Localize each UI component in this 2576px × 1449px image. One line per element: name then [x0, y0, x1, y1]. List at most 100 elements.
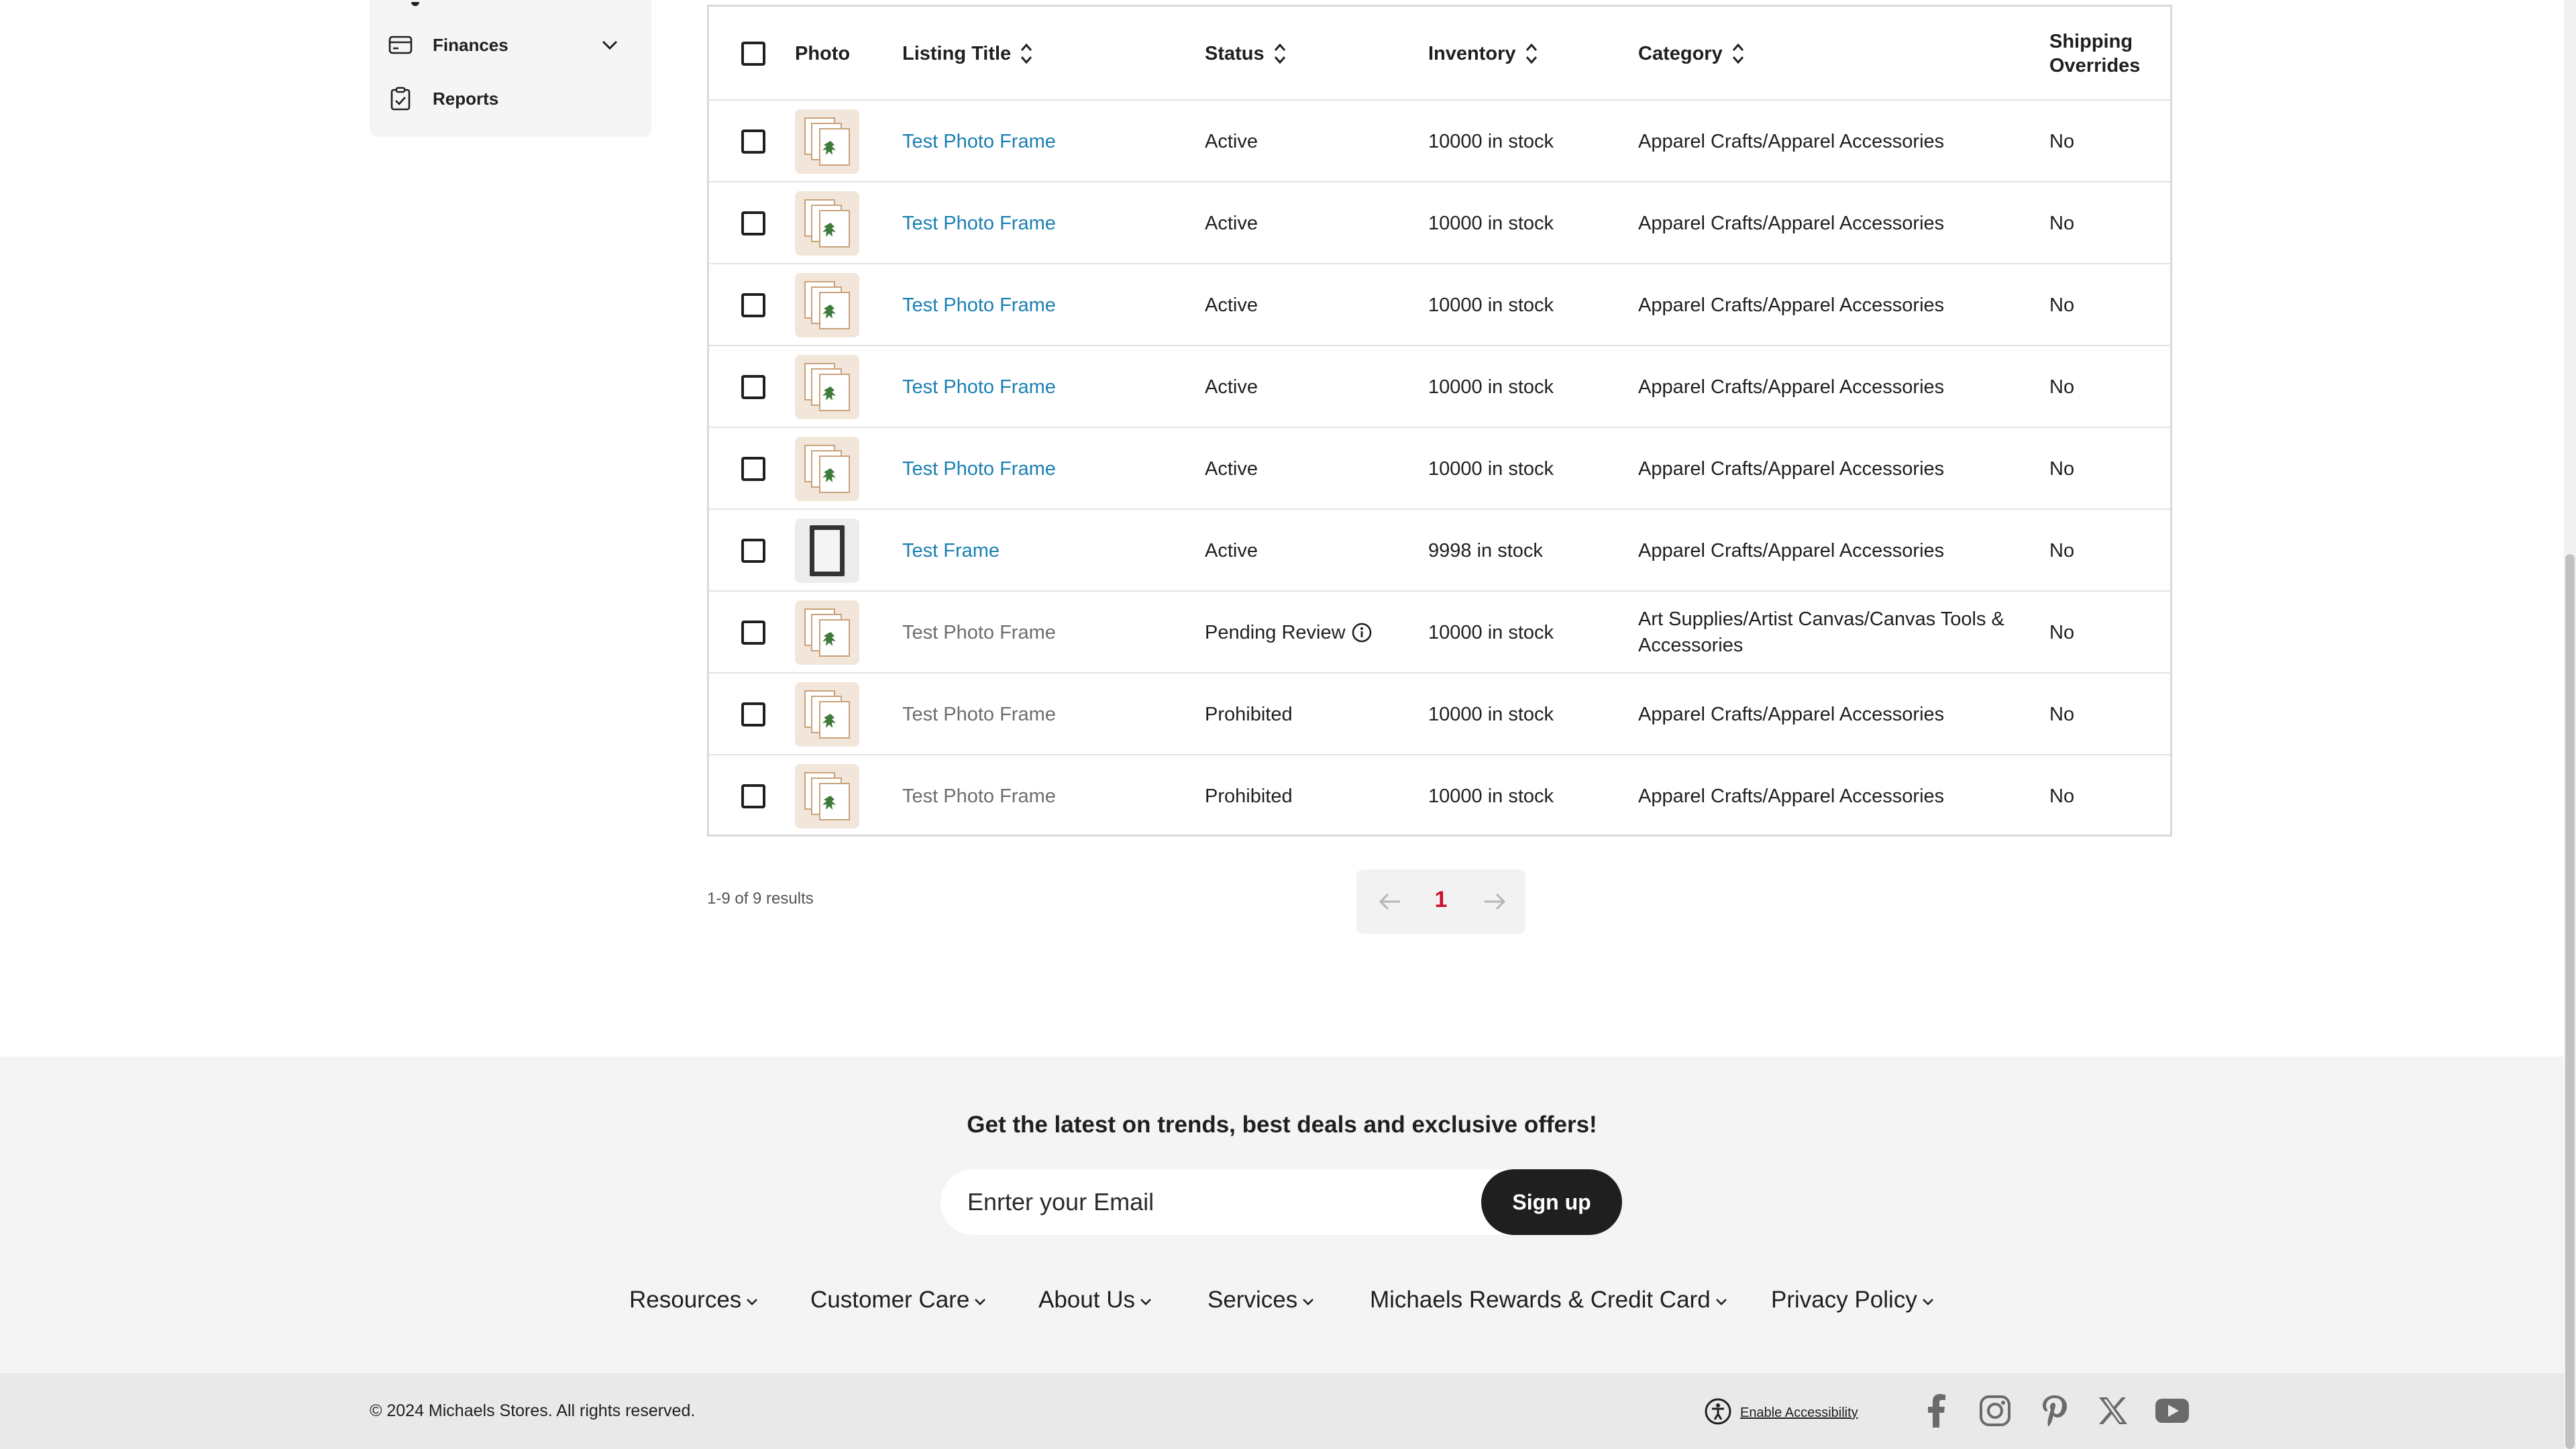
- listing-title[interactable]: Test Frame: [902, 510, 1000, 592]
- instagram-icon[interactable]: [1978, 1393, 2012, 1428]
- shipping-overrides-cell: No: [2049, 621, 2075, 643]
- listing-status: Prohibited: [1205, 703, 1293, 725]
- sidebar-item-finances[interactable]: Finances: [387, 21, 635, 68]
- table-row: Test Photo Frame Active 10000 in stock Appa…: [709, 428, 2170, 510]
- row-checkbox[interactable]: [741, 539, 765, 563]
- enable-accessibility-link[interactable]: Enable Accessibility: [1704, 1397, 1858, 1429]
- table-row: Test Photo Frame Prohibited 10000 in stock…: [709, 755, 2170, 837]
- email-input[interactable]: [967, 1183, 1450, 1222]
- status-cell: Active: [1205, 346, 1258, 428]
- row-checkbox[interactable]: [741, 784, 765, 808]
- footer-link-label: About Us: [1038, 1287, 1135, 1313]
- row-checkbox[interactable]: [741, 702, 765, 727]
- row-checkbox[interactable]: [741, 293, 765, 317]
- chevron-down-icon[interactable]: [598, 33, 622, 57]
- product-thumbnail: [795, 519, 859, 583]
- scrollbar-thumb[interactable]: [2565, 554, 2575, 1449]
- sidebar: Finances Reports: [370, 0, 651, 137]
- listing-title[interactable]: Test Photo Frame: [902, 182, 1056, 264]
- results-count: 1-9 of 9 results: [707, 890, 814, 908]
- status-cell: Active: [1205, 101, 1258, 182]
- column-header-label: Listing Title: [902, 42, 1012, 64]
- product-thumbnail: [795, 109, 859, 174]
- column-header-category[interactable]: Category: [1638, 7, 1746, 101]
- category-cell: Apparel Crafts/Apparel Accessories: [1638, 703, 1945, 725]
- inventory-cell: 10000 in stock: [1428, 130, 1554, 152]
- footer-link-rewards-credit-card[interactable]: Michaels Rewards & Credit Card: [1370, 1287, 1729, 1313]
- select-all-checkbox[interactable]: [741, 42, 765, 66]
- row-checkbox[interactable]: [741, 457, 765, 481]
- product-thumbnail: [795, 682, 859, 747]
- status-cell: Active: [1205, 182, 1258, 264]
- footer-link-label: Customer Care: [810, 1287, 970, 1313]
- pinterest-icon[interactable]: [2037, 1393, 2072, 1428]
- row-checkbox[interactable]: [741, 129, 765, 154]
- scrollbar-track[interactable]: [2564, 0, 2576, 1449]
- inventory-cell: 10000 in stock: [1428, 458, 1554, 480]
- shipping-overrides-cell: No: [2049, 376, 2075, 398]
- sidebar-item-reports[interactable]: Reports: [387, 75, 635, 122]
- listing-title[interactable]: Test Photo Frame: [902, 346, 1056, 428]
- footer-link-privacy-policy[interactable]: Privacy Policy: [1771, 1287, 1936, 1313]
- listing-title[interactable]: Test Photo Frame: [902, 101, 1056, 182]
- arrow-left-icon[interactable]: [1377, 888, 1403, 915]
- listing-title: Test Photo Frame: [902, 785, 1056, 807]
- chevron-down-icon: [972, 1294, 988, 1310]
- category-cell: Art Supplies/Artist Canvas/Canvas Tools …: [1638, 608, 2004, 656]
- x-icon[interactable]: [2096, 1393, 2131, 1428]
- table-row: Test Frame Active 9998 in stock Apparel Cra…: [709, 510, 2170, 592]
- product-thumbnail: [795, 355, 859, 419]
- listing-status: Active: [1205, 130, 1258, 152]
- product-thumbnail: [795, 600, 859, 665]
- facebook-icon[interactable]: [1919, 1393, 1953, 1428]
- inventory-cell: 10000 in stock: [1428, 376, 1554, 398]
- column-header-listing-title[interactable]: Listing Title: [902, 7, 1034, 101]
- footer-link-resources[interactable]: Resources: [629, 1287, 760, 1313]
- category-cell: Apparel Crafts/Apparel Accessories: [1638, 130, 1945, 152]
- sort-icon[interactable]: [1019, 42, 1034, 66]
- column-header-label: Category: [1638, 42, 1723, 64]
- column-header-inventory[interactable]: Inventory: [1428, 7, 1539, 101]
- listings-table: Photo Listing Title Status Inventory Cat…: [707, 5, 2172, 837]
- copyright-text: © 2024 Michaels Stores. All rights reser…: [370, 1401, 696, 1420]
- footer-link-customer-care[interactable]: Customer Care: [810, 1287, 988, 1313]
- sort-icon[interactable]: [1273, 42, 1287, 66]
- youtube-icon[interactable]: [2155, 1393, 2190, 1428]
- category-cell: Apparel Crafts/Apparel Accessories: [1638, 294, 1945, 316]
- sort-icon[interactable]: [1524, 42, 1539, 66]
- info-icon[interactable]: [1351, 622, 1373, 643]
- footer-link-label: Resources: [629, 1287, 742, 1313]
- category-cell: Apparel Crafts/Apparel Accessories: [1638, 785, 1945, 807]
- chevron-down-icon: [1138, 1294, 1154, 1310]
- column-header-status[interactable]: Status: [1205, 7, 1287, 101]
- listing-status: Active: [1205, 212, 1258, 234]
- listing-title: Test Photo Frame: [902, 621, 1056, 643]
- footer-link-label: Michaels Rewards & Credit Card: [1370, 1287, 1711, 1313]
- row-checkbox[interactable]: [741, 211, 765, 235]
- listing-title[interactable]: Test Photo Frame: [902, 428, 1056, 510]
- listing-status: Prohibited: [1205, 785, 1293, 807]
- page-number-current[interactable]: 1: [1428, 887, 1454, 916]
- arrow-right-icon[interactable]: [1481, 888, 1508, 915]
- chevron-down-icon: [1920, 1294, 1936, 1310]
- status-cell: Active: [1205, 428, 1258, 510]
- table-row: Test Photo Frame Active 10000 in stock Appa…: [709, 182, 2170, 264]
- newsletter-form: Sign up: [941, 1169, 1622, 1235]
- table-row: Test Photo Frame Pending Review 10000 in s…: [709, 592, 2170, 674]
- product-thumbnail: [795, 191, 859, 256]
- sort-icon[interactable]: [1731, 42, 1746, 66]
- shipping-overrides-cell: No: [2049, 539, 2075, 561]
- row-checkbox[interactable]: [741, 375, 765, 399]
- inventory-cell: 10000 in stock: [1428, 621, 1554, 643]
- row-checkbox[interactable]: [741, 621, 765, 645]
- footer-link-label: Privacy Policy: [1771, 1287, 1917, 1313]
- inventory-cell: 10000 in stock: [1428, 785, 1554, 807]
- listing-title[interactable]: Test Photo Frame: [902, 264, 1056, 346]
- status-cell: Prohibited: [1205, 755, 1293, 837]
- footer-link-about-us[interactable]: About Us: [1038, 1287, 1154, 1313]
- listing-status: Active: [1205, 294, 1258, 316]
- inventory-cell: 9998 in stock: [1428, 539, 1543, 561]
- footer-link-services[interactable]: Services: [1208, 1287, 1316, 1313]
- sign-up-button[interactable]: Sign up: [1481, 1169, 1622, 1235]
- column-header-shipping-overrides: Shipping Overrides: [2049, 31, 2141, 76]
